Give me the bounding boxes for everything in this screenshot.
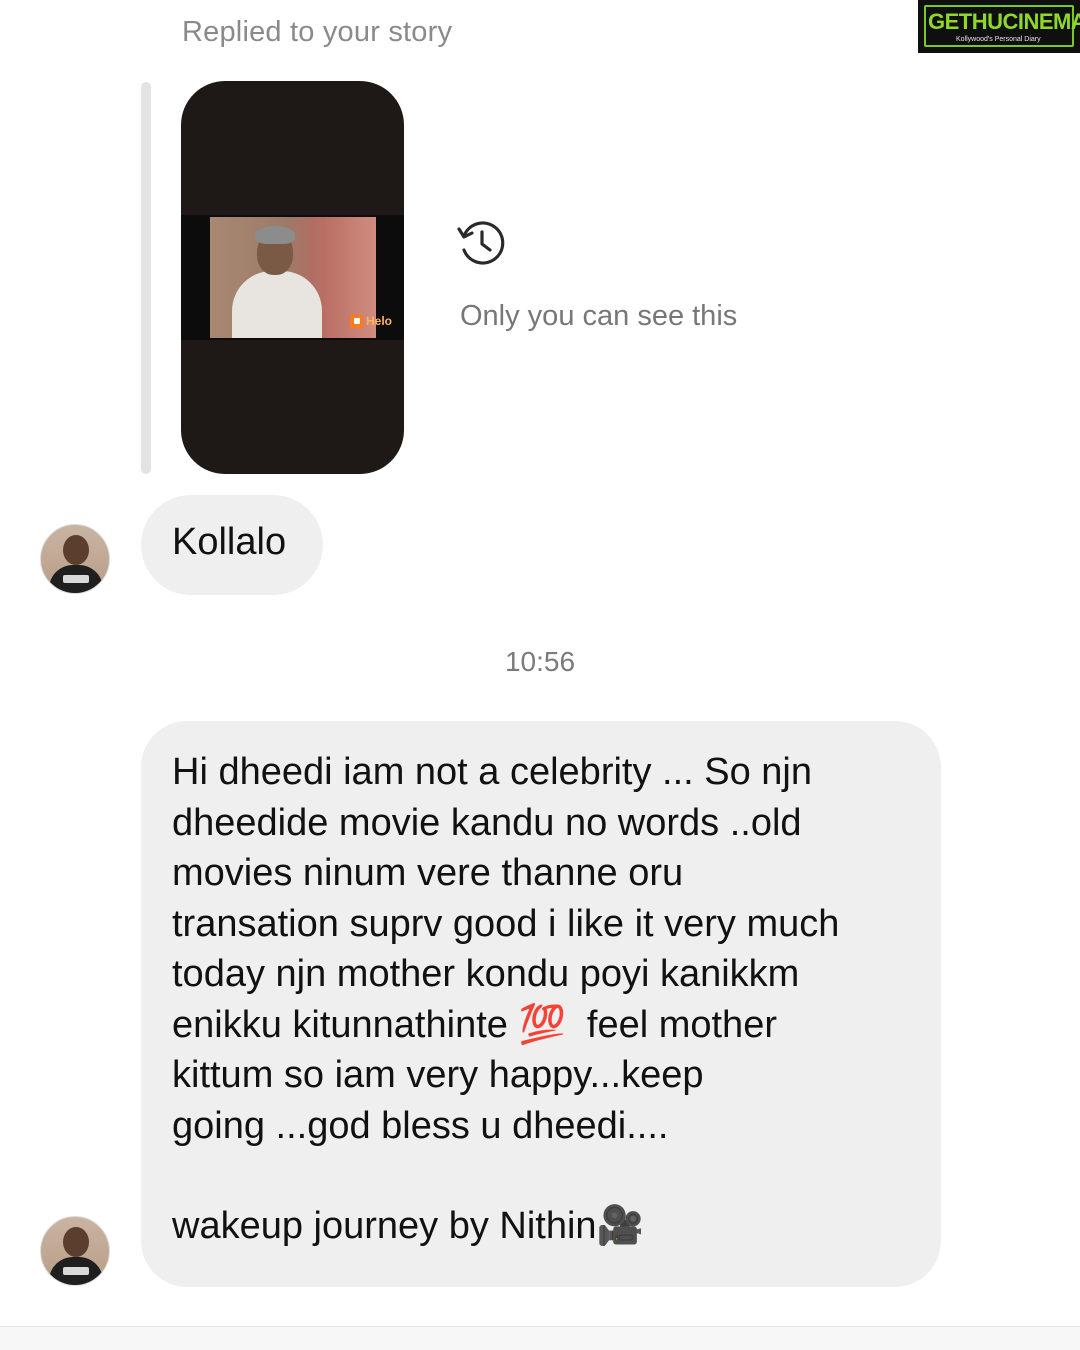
gethucinema-watermark: GETHUCINEMA Kollywood's Personal Diary xyxy=(918,0,1080,53)
watermark-tagline: Kollywood's Personal Diary xyxy=(956,36,1041,43)
message-bubble[interactable]: Kollalo xyxy=(141,495,323,595)
watermark-brand: GETHUCINEMA xyxy=(928,9,1080,34)
only-you-can-see-note: Only you can see this xyxy=(460,300,738,332)
composer-edge xyxy=(0,1326,1080,1350)
story-video-frame: Helo xyxy=(181,215,404,340)
avatar-shirt-print xyxy=(63,1267,89,1275)
avatar-face xyxy=(63,535,89,565)
story-thumbnail[interactable]: Helo xyxy=(181,81,404,474)
avatar-face xyxy=(63,1227,89,1257)
scene-person-body xyxy=(232,271,322,338)
avatar[interactable] xyxy=(40,524,110,594)
message-bubble-long[interactable]: Hi dheedi iam not a celebrity ... So njn… xyxy=(141,721,941,1287)
avatar-shirt-print xyxy=(63,575,89,583)
message-text: Hi dheedi iam not a celebrity ... So njn… xyxy=(172,751,840,1147)
helo-watermark: Helo xyxy=(350,314,392,328)
helo-logo-icon xyxy=(350,314,363,328)
history-icon xyxy=(457,221,505,265)
replied-to-story-label: Replied to your story xyxy=(182,16,453,48)
story-quote-bar xyxy=(141,82,151,474)
scene-person-hair xyxy=(255,226,295,244)
message-signature: wakeup journey by Nithin🎥 xyxy=(172,1205,644,1247)
message-timestamp: 10:56 xyxy=(504,646,576,677)
avatar[interactable] xyxy=(40,1216,110,1286)
message-text: Kollalo xyxy=(172,521,287,563)
helo-logo-text: Helo xyxy=(366,314,393,328)
